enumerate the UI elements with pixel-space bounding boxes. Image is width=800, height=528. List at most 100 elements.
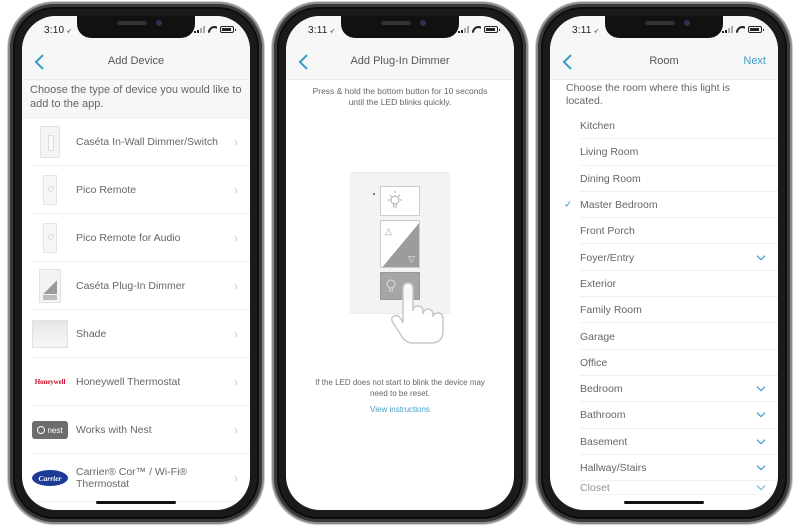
location-arrow-icon: ➶	[593, 28, 600, 35]
checkmark-icon: ✓	[564, 199, 573, 211]
content: Choose the type of device you would like…	[22, 80, 250, 510]
room-item[interactable]: Bathroom	[550, 402, 778, 429]
home-indicator[interactable]	[96, 501, 176, 504]
device-item-pico-audio[interactable]: Pico Remote for Audio ›	[22, 214, 250, 262]
reset-note: If the LED does not start to blink the d…	[315, 378, 485, 398]
chevron-down-icon[interactable]	[756, 254, 766, 261]
device-item-caseta-in-wall[interactable]: Caséta In-Wall Dimmer/Switch ›	[22, 118, 250, 166]
device-label: Caséta Plug-In Dimmer	[76, 279, 186, 292]
room-label: Exterior	[580, 277, 617, 290]
device-item-pico-remote[interactable]: Pico Remote ›	[22, 166, 250, 214]
lower-arrow-icon: ▽	[408, 254, 415, 264]
chevron-down-icon[interactable]	[756, 438, 766, 445]
room-item[interactable]: Garage	[550, 323, 778, 350]
device-item-honeywell[interactable]: Honeywell Honeywell Thermostat ›	[22, 358, 250, 406]
room-item[interactable]: Basement	[550, 429, 778, 456]
home-indicator[interactable]	[624, 501, 704, 504]
chevron-down-icon[interactable]	[756, 485, 766, 491]
room-item[interactable]: Closet	[550, 481, 778, 496]
wifi-icon	[208, 26, 217, 33]
chevron-right-icon: ›	[234, 471, 238, 485]
notch	[77, 16, 195, 38]
device-item-nest[interactable]: nest Works with Nest ›	[22, 406, 250, 454]
room-item[interactable]: Foyer/Entry	[550, 244, 778, 272]
status-icons	[722, 26, 764, 33]
wifi-icon	[472, 26, 481, 33]
page-title: Add Device	[107, 55, 165, 67]
pico-remote-icon	[43, 175, 57, 205]
room-label: Hallway/Stairs	[580, 462, 647, 474]
notch	[605, 16, 723, 38]
chevron-right-icon: ›	[234, 327, 238, 341]
device-label: Pico Remote for Audio	[76, 231, 181, 244]
hand-pointer-icon	[390, 282, 444, 344]
room-item[interactable]: Office	[550, 350, 778, 377]
chevron-right-icon: ›	[234, 423, 238, 437]
raise-arrow-icon: △	[385, 226, 392, 236]
room-item[interactable]: ✓ Master Bedroom	[550, 192, 778, 219]
instruction-text: Press & hold the bottom button for 10 se…	[312, 86, 488, 107]
room-label: Living Room	[580, 146, 639, 159]
notch	[341, 16, 459, 38]
view-instructions-link[interactable]: View instructions	[286, 405, 514, 414]
room-item[interactable]: Hallway/Stairs	[550, 455, 778, 482]
room-label: Bathroom	[580, 409, 626, 422]
chevron-right-icon: ›	[234, 135, 238, 149]
wifi-icon	[736, 26, 745, 33]
device-label: Pico Remote	[76, 183, 137, 196]
device-label: Carrier® Cor™ / Wi-Fi® Thermostat	[76, 465, 188, 491]
light-bulb-button	[380, 186, 420, 216]
honeywell-logo: Honeywell	[34, 378, 66, 386]
room-label: Foyer/Entry	[580, 251, 635, 264]
page-title: Add Plug-In Dimmer	[350, 55, 450, 67]
pico-audio-icon	[43, 223, 57, 253]
room-label: Kitchen	[580, 120, 616, 133]
signal-icon	[722, 26, 733, 33]
chevron-down-icon[interactable]	[756, 465, 766, 471]
room-label: Basement	[580, 435, 628, 448]
device-label: Shade	[76, 327, 107, 340]
status-time: 3:11 ➶	[308, 25, 336, 36]
room-item[interactable]: Living Room	[550, 139, 778, 166]
nav-bar: Add Device	[22, 44, 250, 80]
phone-add-plug-in-dimmer: 3:11 ➶ Add Plug-In Dimmer Press & hold th…	[272, 2, 528, 524]
content: Press & hold the bottom button for 10 se…	[286, 80, 514, 510]
room-item[interactable]: Exterior	[550, 271, 778, 298]
room-item[interactable]: Front Porch	[550, 218, 778, 245]
chevron-right-icon: ›	[234, 375, 238, 389]
phone-add-device: 3:10 ➶ Add Device Choose the type of devi…	[8, 2, 264, 524]
chevron-right-icon: ›	[234, 231, 238, 245]
status-icons	[194, 26, 236, 33]
signal-icon	[458, 26, 469, 33]
status-time: 3:11 ➶	[572, 25, 600, 36]
chevron-down-icon[interactable]	[756, 386, 766, 392]
nest-logo: nest	[32, 421, 68, 439]
device-label: Honeywell Thermostat	[76, 375, 181, 388]
raise-lower-rocker: △ ▽	[380, 220, 420, 268]
screen: 3:11 ➶ Add Plug-In Dimmer Press & hold th…	[286, 16, 514, 510]
device-label: Caséta In-Wall Dimmer/Switch	[76, 135, 218, 148]
device-item-plug-in-dimmer[interactable]: Caséta Plug-In Dimmer ›	[22, 262, 250, 310]
light-bulb-icon	[388, 191, 402, 208]
room-label: Office	[580, 356, 608, 369]
signal-icon	[194, 26, 205, 33]
nav-bar: Add Plug-In Dimmer	[286, 44, 514, 80]
device-label: Works with Nest	[76, 423, 152, 436]
room-label: Dining Room	[580, 172, 641, 185]
room-item[interactable]: Family Room	[550, 297, 778, 324]
next-button[interactable]: Next	[743, 55, 766, 67]
device-type-list: Caséta In-Wall Dimmer/Switch › Pico Remo…	[22, 118, 250, 502]
room-item[interactable]: Dining Room	[550, 166, 778, 193]
room-item[interactable]: Bedroom	[550, 376, 778, 403]
room-label: Front Porch	[580, 225, 635, 238]
battery-icon	[748, 26, 764, 33]
chevron-down-icon[interactable]	[756, 412, 766, 418]
screen: 3:11 ➶ Room Next Choose the room where th…	[550, 16, 778, 510]
room-label: Family Room	[580, 304, 642, 317]
intro-text: Choose the type of device you would like…	[22, 80, 250, 118]
room-label: Bedroom	[580, 383, 623, 396]
room-item[interactable]: Kitchen	[550, 113, 778, 140]
device-item-shade[interactable]: Shade ›	[22, 310, 250, 358]
plug-in-dimmer-illustration: △ ▽	[350, 172, 450, 344]
device-item-carrier[interactable]: Carrier Carrier® Cor™ / Wi-Fi® Thermosta…	[22, 454, 250, 502]
